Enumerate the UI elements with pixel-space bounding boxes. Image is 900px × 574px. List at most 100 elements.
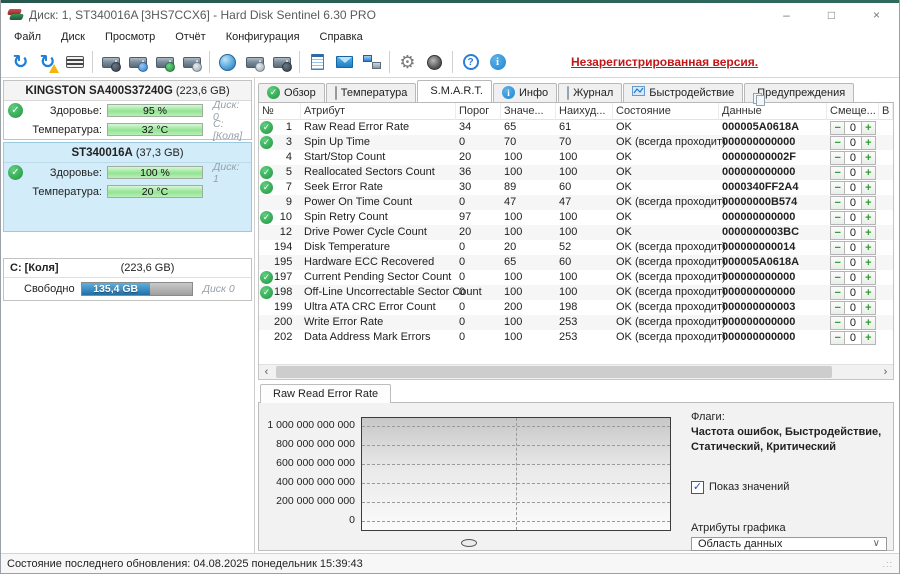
- network-icon[interactable]: [358, 49, 385, 75]
- tab-s.m.a.r.t.[interactable]: S.M.A.R.T.: [417, 80, 492, 102]
- tab-обзор[interactable]: ✓Обзор: [258, 83, 325, 102]
- smart-attribute-row[interactable]: ✓7Seek Error Rate308960OK0000340FF2A4−0+: [259, 180, 893, 195]
- smart-attribute-row[interactable]: 12Drive Power Cycle Count20100100OK00000…: [259, 225, 893, 240]
- menu-item-2[interactable]: Просмотр: [95, 29, 165, 45]
- offset-increase-button[interactable]: +: [861, 226, 876, 240]
- smart-attribute-row[interactable]: ✓1Raw Read Error Rate346561OK000005A0618…: [259, 120, 893, 135]
- column-header-0[interactable]: №: [259, 103, 301, 120]
- disk-panel-0[interactable]: KINGSTON SA400S37240G (223,6 GB) ✓ Здоро…: [3, 80, 252, 140]
- network-disk-icon[interactable]: [214, 49, 241, 75]
- chart-slider-handle[interactable]: [461, 539, 477, 547]
- smart-attribute-row[interactable]: 4Start/Stop Count20100100OK00000000002F−…: [259, 150, 893, 165]
- offset-decrease-button[interactable]: −: [830, 166, 845, 180]
- column-header-2[interactable]: Порог: [456, 103, 501, 120]
- offset-decrease-button[interactable]: −: [830, 226, 845, 240]
- disk-test-icon[interactable]: [151, 49, 178, 75]
- offset-increase-button[interactable]: +: [861, 301, 876, 315]
- smart-attribute-row[interactable]: 199Ultra ATA CRC Error Count0200198OK (в…: [259, 300, 893, 315]
- offset-decrease-button[interactable]: −: [830, 241, 845, 255]
- report-icon[interactable]: [304, 49, 331, 75]
- menu-item-0[interactable]: Файл: [4, 29, 51, 45]
- offset-increase-button[interactable]: +: [861, 166, 876, 180]
- scrollbar-thumb[interactable]: [276, 366, 832, 378]
- chart-tab[interactable]: Raw Read Error Rate: [260, 384, 391, 403]
- offset-decrease-button[interactable]: −: [830, 151, 845, 165]
- tab-журнал[interactable]: Журнал: [558, 83, 622, 102]
- offset-increase-button[interactable]: +: [861, 121, 876, 135]
- offset-decrease-button[interactable]: −: [830, 181, 845, 195]
- column-header-1[interactable]: Атрибут: [301, 103, 456, 120]
- offset-increase-button[interactable]: +: [861, 241, 876, 255]
- minimize-button[interactable]: –: [764, 3, 809, 27]
- info-icon[interactable]: i: [484, 49, 511, 75]
- offset-decrease-button[interactable]: −: [830, 316, 845, 330]
- smart-attribute-row[interactable]: ✓198Off-Line Uncorrectable Sector Count0…: [259, 285, 893, 300]
- scroll-left-arrow[interactable]: ‹: [259, 366, 274, 378]
- close-button[interactable]: ×: [854, 3, 899, 27]
- refresh-icon[interactable]: ↻: [7, 49, 34, 75]
- refresh-warning-icon[interactable]: ↻: [34, 49, 61, 75]
- smart-attribute-row[interactable]: ✓10Spin Retry Count97100100OK00000000000…: [259, 210, 893, 225]
- offset-increase-button[interactable]: +: [861, 211, 876, 225]
- offset-increase-button[interactable]: +: [861, 136, 876, 150]
- smart-attribute-row[interactable]: 202Data Address Mark Errors0100253OK (вс…: [259, 330, 893, 345]
- surface-view-icon[interactable]: [61, 49, 88, 75]
- menu-item-4[interactable]: Конфигурация: [216, 29, 310, 45]
- smart-attribute-row[interactable]: ✓5Reallocated Sectors Count36100100OK000…: [259, 165, 893, 180]
- tab-быстродействие[interactable]: Быстродействие: [623, 83, 743, 102]
- graph-attributes-dropdown[interactable]: Область данных ∨: [691, 537, 887, 551]
- partition-panel[interactable]: C: [Коля] (223,6 GB) Свободно 135,4 GB Д…: [3, 258, 252, 301]
- offset-increase-button[interactable]: +: [861, 316, 876, 330]
- tab-инфо[interactable]: iИнфо: [493, 83, 557, 102]
- menu-item-5[interactable]: Справка: [310, 29, 373, 45]
- disk-search-icon[interactable]: [178, 49, 205, 75]
- menu-item-3[interactable]: Отчёт: [165, 29, 215, 45]
- offset-decrease-button[interactable]: −: [830, 196, 845, 210]
- column-header-7[interactable]: Смеще...: [827, 103, 879, 120]
- maximize-button[interactable]: □: [809, 3, 854, 27]
- show-values-checkbox[interactable]: ✓: [691, 481, 704, 494]
- offset-decrease-button[interactable]: −: [830, 331, 845, 345]
- column-header-8[interactable]: В: [879, 103, 893, 120]
- offset-increase-button[interactable]: +: [861, 331, 876, 345]
- offset-decrease-button[interactable]: −: [830, 256, 845, 270]
- disk-panel-1-selected[interactable]: ST340016A (37,3 GB) ✓ Здоровье: 100 % Ди…: [3, 142, 252, 232]
- menu-item-1[interactable]: Диск: [51, 29, 95, 45]
- smart-attribute-row[interactable]: ✓3Spin Up Time07070OK (всегда проходит)0…: [259, 135, 893, 150]
- disk-power-icon[interactable]: [97, 49, 124, 75]
- scroll-right-arrow[interactable]: ›: [878, 366, 893, 378]
- scrollbar-track[interactable]: [274, 365, 878, 379]
- smart-attribute-row[interactable]: ✓197Current Pending Sector Count0100100O…: [259, 270, 893, 285]
- offset-decrease-button[interactable]: −: [830, 121, 845, 135]
- tab-предупреждения[interactable]: Предупреждения: [744, 83, 854, 102]
- offset-decrease-button[interactable]: −: [830, 211, 845, 225]
- unregistered-version-link[interactable]: Незарегистрированная версия.: [571, 55, 758, 69]
- resize-grip[interactable]: .::: [882, 559, 893, 569]
- offset-increase-button[interactable]: +: [861, 151, 876, 165]
- horizontal-scrollbar[interactable]: ‹ ›: [259, 364, 893, 379]
- column-header-5[interactable]: Состояние: [613, 103, 719, 120]
- email-icon[interactable]: [331, 49, 358, 75]
- smart-attribute-row[interactable]: 194Disk Temperature02052OK (всегда прохо…: [259, 240, 893, 255]
- tab-температура[interactable]: Температура: [326, 83, 417, 102]
- settings-icon[interactable]: ⚙: [394, 49, 421, 75]
- help-icon[interactable]: ?: [457, 49, 484, 75]
- disk-usb-icon[interactable]: [241, 49, 268, 75]
- offset-decrease-button[interactable]: −: [830, 286, 845, 300]
- smart-attribute-row[interactable]: 195Hardware ECC Recovered06560OK (всегда…: [259, 255, 893, 270]
- offset-increase-button[interactable]: +: [861, 286, 876, 300]
- disk-hardware-icon[interactable]: [268, 49, 295, 75]
- disk-clock-icon[interactable]: [124, 49, 151, 75]
- smart-attribute-row[interactable]: 200Write Error Rate0100253OK (всегда про…: [259, 315, 893, 330]
- column-header-3[interactable]: Значе...: [501, 103, 556, 120]
- smart-attribute-row[interactable]: 9Power On Time Count04747OK (всегда прох…: [259, 195, 893, 210]
- offset-increase-button[interactable]: +: [861, 181, 876, 195]
- offset-decrease-button[interactable]: −: [830, 271, 845, 285]
- offset-increase-button[interactable]: +: [861, 196, 876, 210]
- offset-increase-button[interactable]: +: [861, 271, 876, 285]
- offset-decrease-button[interactable]: −: [830, 136, 845, 150]
- column-header-4[interactable]: Наихуд...: [556, 103, 613, 120]
- sound-icon[interactable]: [421, 49, 448, 75]
- offset-increase-button[interactable]: +: [861, 256, 876, 270]
- column-header-6[interactable]: Данные: [719, 103, 827, 120]
